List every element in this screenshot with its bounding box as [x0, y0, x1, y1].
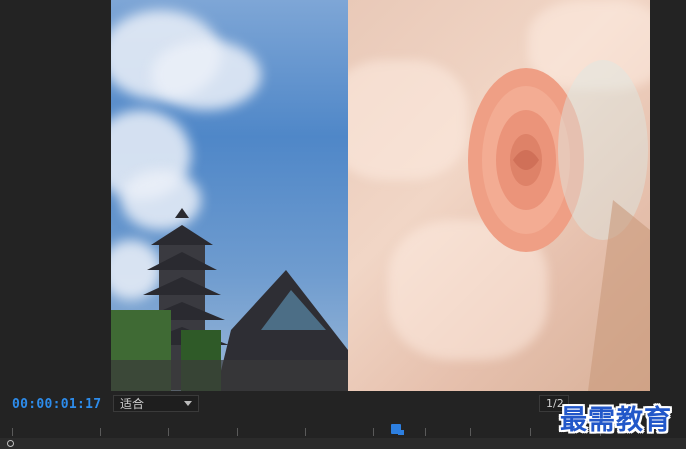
pagoda-clip-image — [111, 0, 348, 391]
pagoda-silhouette — [111, 208, 348, 391]
playhead-marker-icon[interactable] — [391, 424, 404, 435]
playhead-timecode[interactable]: 00:00:01:17 — [12, 397, 101, 412]
program-monitor — [0, 0, 686, 392]
chevron-down-icon — [184, 401, 192, 406]
scrollbar-handle[interactable] — [7, 440, 14, 447]
zoom-fit-dropdown[interactable]: 适合 — [113, 395, 199, 412]
video-preview — [111, 0, 650, 391]
watermark-logo: 最需教育 — [560, 405, 672, 436]
zoom-fit-label: 适合 — [120, 397, 145, 411]
rose-graphic — [468, 60, 650, 391]
rose-clip-image — [348, 0, 650, 391]
zoom-scrollbar[interactable] — [0, 438, 686, 449]
